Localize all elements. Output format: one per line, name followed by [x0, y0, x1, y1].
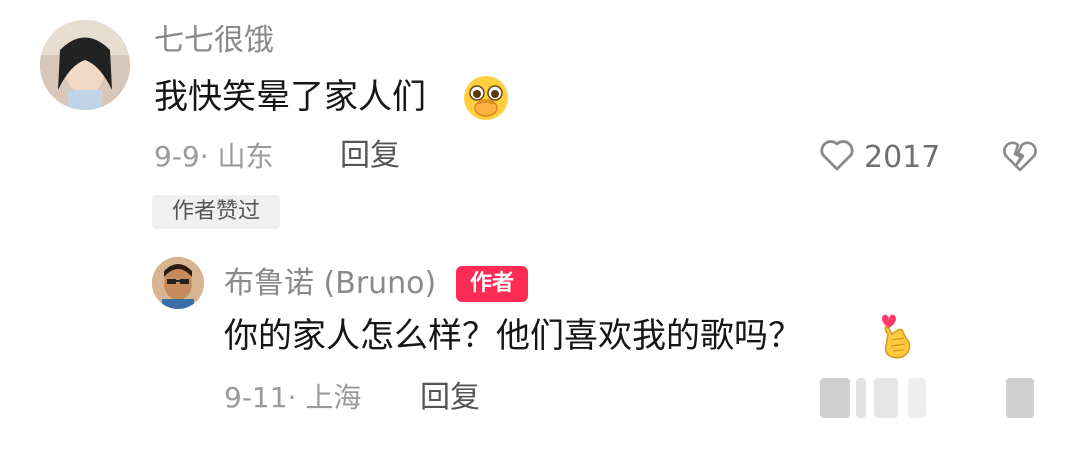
reply-date-location: 9-11· 上海: [224, 381, 362, 414]
comment-thread: 七七很饿 我快笑晕了家人们 9-9· 山东 回复 2017 作者赞过 布鲁诺 (…: [0, 0, 1080, 449]
author-tag-badge: 作者: [456, 266, 528, 302]
avatar[interactable]: [152, 257, 204, 309]
like-button[interactable]: 2017: [818, 136, 940, 178]
comment-date-location: 9-9· 山东: [154, 140, 274, 173]
shy-face-emoji-icon: [462, 74, 510, 122]
finger-heart-emoji-icon: [876, 310, 916, 362]
watermark: [820, 378, 1040, 418]
reply-text: 你的家人怎么样？他们喜欢我的歌吗？: [224, 316, 802, 356]
dislike-button[interactable]: [1002, 140, 1038, 174]
heart-icon: [818, 138, 856, 176]
reply-button[interactable]: 回复: [340, 139, 400, 173]
broken-heart-icon: [1003, 141, 1037, 172]
avatar[interactable]: [40, 20, 130, 110]
like-count: 2017: [864, 139, 941, 175]
comment-username[interactable]: 七七很饿: [154, 23, 274, 59]
reply-reply-button[interactable]: 回复: [420, 381, 480, 415]
reply-username[interactable]: 布鲁诺 (Bruno): [224, 266, 436, 302]
author-liked-badge: 作者赞过: [152, 195, 280, 229]
comment-text: 我快笑晕了家人们: [154, 77, 426, 117]
